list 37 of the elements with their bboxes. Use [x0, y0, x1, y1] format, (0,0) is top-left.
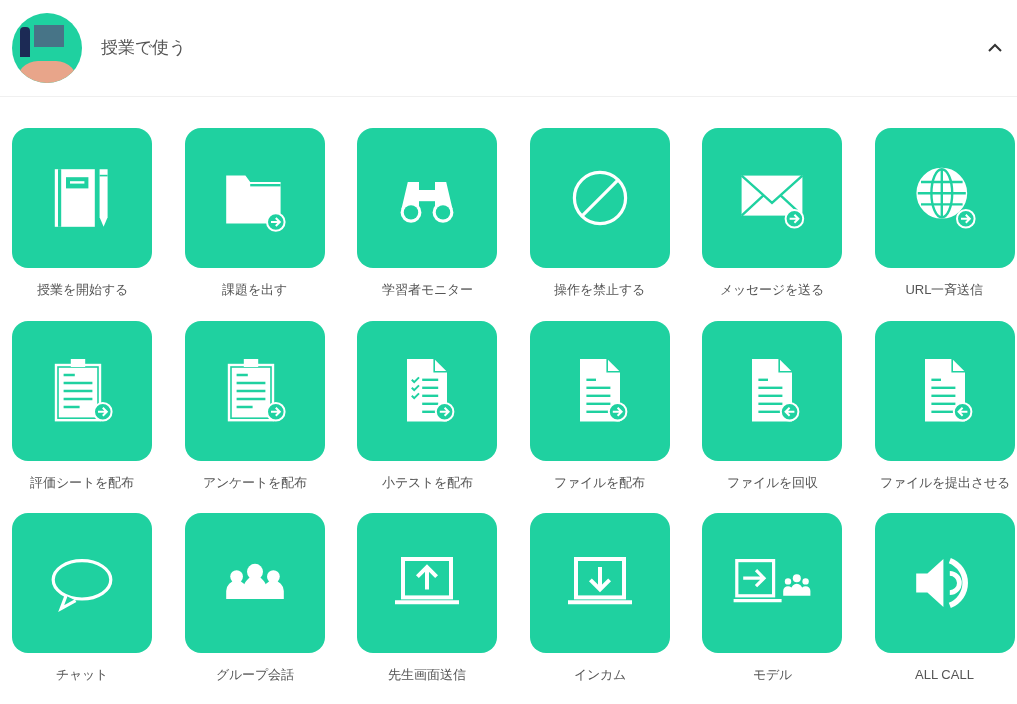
action-tile[interactable]: [529, 128, 670, 268]
action-tile[interactable]: [12, 320, 152, 461]
tile-label: グループ会話: [215, 666, 294, 684]
action-tile[interactable]: [12, 513, 152, 653]
tile-label: 先生画面送信: [388, 666, 466, 684]
tile-label: インカム: [573, 666, 626, 684]
action-tile[interactable]: [184, 320, 325, 461]
action-tile[interactable]: [184, 513, 325, 653]
tile-label: アンケートを配布: [202, 473, 307, 492]
tile-label: ファイルを配布: [554, 473, 645, 492]
tile-label: 課題を出す: [222, 281, 287, 299]
tile-label: チャット: [56, 666, 108, 684]
action-tile[interactable]: [702, 320, 842, 461]
tile-label: 評価シートを配布: [30, 473, 134, 492]
tile-label: URL一斉送信: [905, 281, 984, 299]
tile-label: 授業を開始する: [36, 281, 128, 299]
tile-label: 学習者モニター: [381, 281, 473, 299]
action-tile[interactable]: [357, 513, 497, 653]
action-tile[interactable]: [12, 128, 152, 268]
action-tile[interactable]: [357, 128, 497, 268]
action-tile[interactable]: [874, 128, 1015, 268]
action-tile[interactable]: [874, 320, 1015, 461]
action-tile[interactable]: [357, 320, 497, 461]
action-tile[interactable]: [702, 128, 842, 268]
tile-label: 操作を禁止する: [554, 281, 645, 299]
action-tile[interactable]: [529, 320, 670, 461]
action-tile[interactable]: [184, 128, 325, 268]
section-title: 授業で使う: [101, 37, 187, 60]
tile-label: メッセージを送る: [720, 281, 824, 299]
tile-label: ALL CALL: [915, 666, 974, 684]
tile-label: ファイルを提出させる: [879, 473, 1010, 492]
action-tile[interactable]: [702, 513, 842, 653]
tile-label: 小テストを配布: [381, 473, 473, 492]
tile-label: ファイルを回収: [726, 473, 818, 492]
tile-label: モデル: [752, 666, 792, 684]
action-tile[interactable]: [529, 513, 670, 653]
action-tile[interactable]: [874, 513, 1015, 653]
